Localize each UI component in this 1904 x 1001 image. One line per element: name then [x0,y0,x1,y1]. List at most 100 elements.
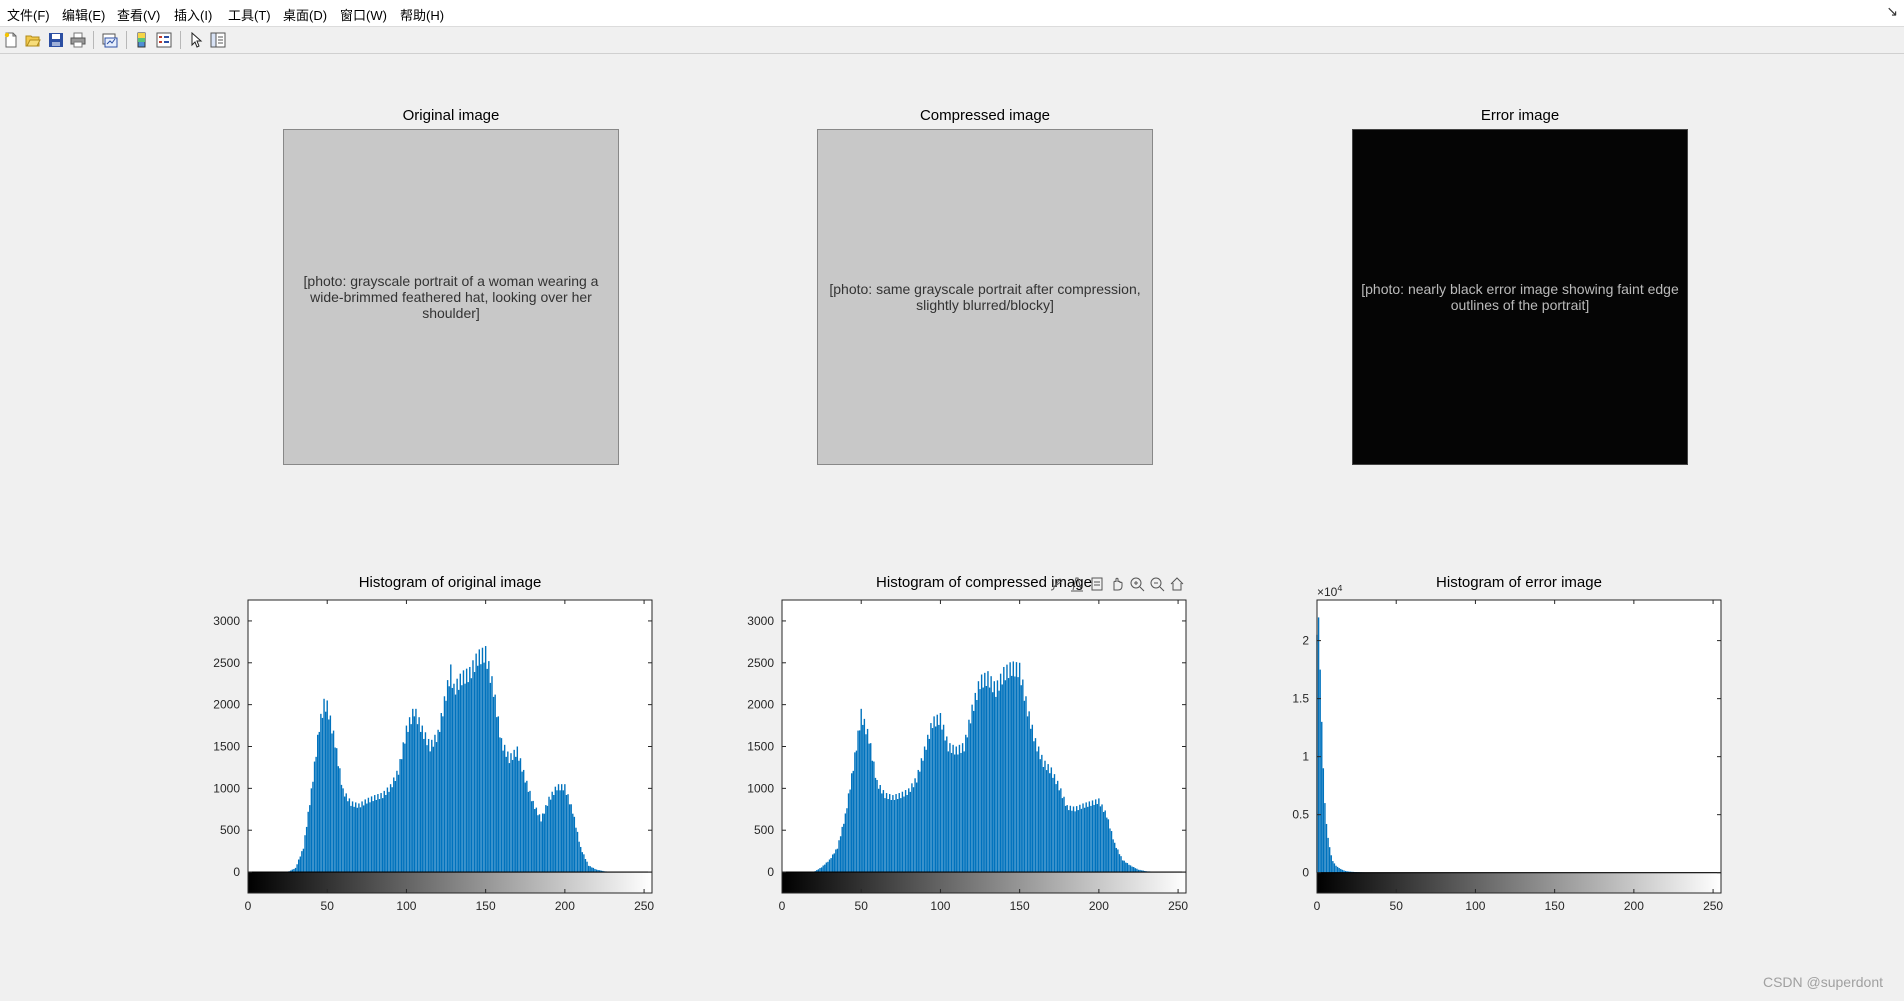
histogram-bar [381,798,384,873]
histogram-bar [1107,819,1110,873]
histogram-bar [974,692,976,873]
histogram-bar [527,791,530,873]
histogram-bar [516,746,519,873]
histogram-bar [358,803,360,873]
histogram-bar [942,724,945,873]
menu-view[interactable]: 查看(V) [117,5,160,24]
open-file-icon[interactable] [23,30,43,50]
histogram-bar [1091,800,1094,873]
histogram-bar [831,854,834,873]
histogram-bar [936,714,938,873]
histogram-bar [1088,801,1091,873]
insert-colorbar-icon[interactable] [132,30,152,50]
y-tick-label: 1500 [213,740,240,754]
histogram-bar [462,670,465,873]
dock-arrow-icon[interactable]: ↘ [1886,3,1898,20]
histogram-bar [310,788,313,873]
histogram-bar [505,756,507,873]
histogram-bar [1079,804,1081,873]
histogram-bar [454,694,457,873]
histogram-bar [930,723,932,873]
histogram-bar [1068,810,1070,873]
histogram-bar [1083,807,1086,873]
histogram-bar [1020,685,1022,873]
histogram-bar [483,662,485,873]
edit-plot-icon[interactable] [186,30,206,50]
property-inspector-icon[interactable] [208,30,228,50]
histogram-bar [491,676,493,873]
histogram-bar [1336,866,1339,873]
menu-edit[interactable]: 编辑(E) [62,5,105,24]
x-tick-label: 50 [1390,899,1404,913]
histogram-bar [862,724,864,873]
histogram-compressed: 0 500 1000 1500 2000 2500 3000 0 50 100 150 200 250 [714,585,1214,960]
histogram-bar [931,728,934,873]
histogram-bar [934,726,937,873]
x-tick-label: 150 [1545,899,1565,913]
histogram-bar [456,678,458,873]
histogram-bar [1330,855,1332,873]
histogram-bar [846,808,848,873]
histogram-bar [1074,811,1076,873]
y-tick-label: 2000 [213,698,240,712]
histogram-bar [583,854,585,873]
histogram-bar [1118,854,1121,873]
histogram-bar [486,668,488,873]
histogram-bar [906,794,908,873]
histogram-bar [955,746,957,873]
menu-file[interactable]: 文件(F) [7,5,50,24]
histogram-bar [879,785,881,873]
histogram-bar [1128,864,1130,873]
menu-desktop[interactable]: 桌面(D) [283,5,327,24]
histogram-bar [915,782,918,873]
error-image: [photo: nearly black error image showing… [1352,129,1688,465]
histogram-bar [841,826,843,873]
histogram-bar [557,784,560,873]
histogram-bar [426,745,428,873]
x-tick-label: 200 [555,899,575,913]
histogram-bar [939,713,942,873]
link-plot-icon[interactable] [100,30,120,50]
histogram-bar [828,859,831,873]
histogram-bar [908,788,910,873]
x-tick-label: 200 [1624,899,1644,913]
menu-help[interactable]: 帮助(H) [400,5,444,24]
histogram-bar [522,769,525,873]
histogram-bar [835,849,837,873]
histogram-bar [478,649,481,873]
save-icon[interactable] [46,30,66,50]
histogram-bar [1087,806,1089,873]
histogram-bar [995,696,997,873]
histogram-bar [305,826,308,873]
histogram-bar [299,856,301,873]
histogram-bar [331,733,333,873]
print-icon[interactable] [68,30,88,50]
new-figure-icon[interactable] [1,30,21,50]
insert-legend-icon[interactable] [154,30,174,50]
histogram-bar [901,791,904,873]
menu-tools[interactable]: 工具(T) [228,5,271,24]
histogram-bar [1050,767,1053,873]
histogram-bar [489,682,492,873]
histogram-bar [397,774,400,873]
watermark: CSDN @superdont [1762,974,1883,990]
histogram-bar [551,791,553,873]
histogram-bar [1120,856,1122,873]
histogram-bar [844,813,847,873]
menu-window[interactable]: 窗口(W) [340,5,387,24]
histogram-bar [890,799,893,873]
histogram-bar [1321,721,1323,873]
histogram-bar [461,685,463,873]
histogram-bar [407,731,409,873]
histogram-bar [548,796,550,873]
histogram-bar [866,728,869,873]
menu-insert[interactable]: 插入(I) [174,5,212,24]
histogram-bar [1115,847,1117,873]
histogram-bar [301,851,303,873]
histogram-bar [464,683,466,873]
histogram-bar [329,715,332,873]
histogram-bar [1055,784,1057,873]
histogram-bar [530,801,533,873]
histogram-bar [1075,806,1078,873]
histogram-bar [1332,861,1334,873]
